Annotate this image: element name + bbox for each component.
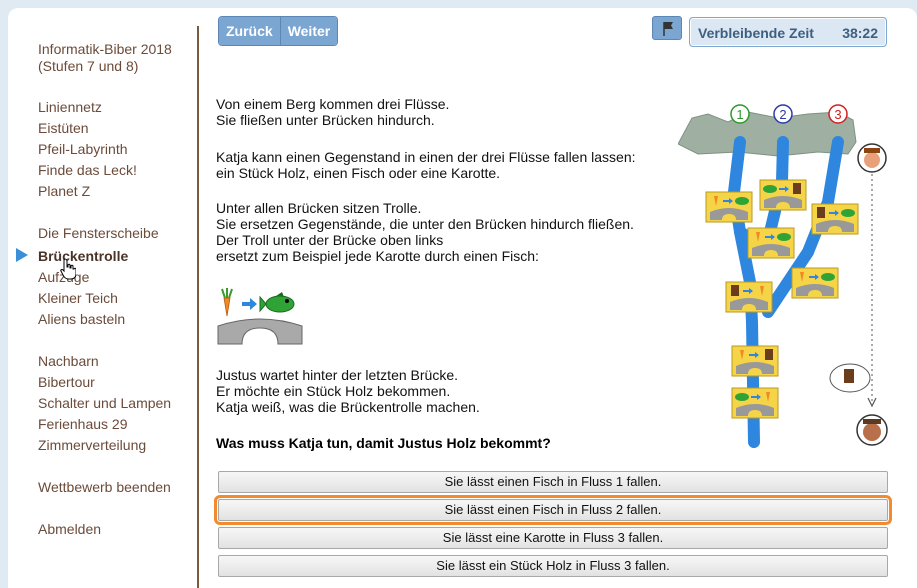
- flag-icon: [663, 22, 673, 36]
- page: Informatik-Biber 2018 (Stufen 7 und 8) L…: [8, 8, 917, 588]
- sidebar-item-liniennetz[interactable]: Liniennetz: [38, 99, 102, 116]
- svg-text:2: 2: [779, 107, 786, 122]
- sidebar-item-schalter-und-lampen[interactable]: Schalter und Lampen: [38, 395, 171, 412]
- logout-link[interactable]: Abmelden: [38, 521, 101, 538]
- remaining-time-label: Verbleibende Zeit: [698, 25, 814, 41]
- river-map-image: 1 2 3: [678, 104, 888, 448]
- sidebar-item-eistueten[interactable]: Eistüten: [38, 120, 89, 137]
- sidebar-item-kleiner-teich[interactable]: Kleiner Teich: [38, 290, 118, 307]
- remaining-time-value: 38:22: [842, 25, 878, 41]
- river-3-label: 3: [828, 104, 848, 124]
- sidebar-item-brueckentrolle[interactable]: Brückentrolle: [38, 248, 128, 265]
- answer-option-4[interactable]: Sie lässt ein Stück Holz in Fluss 3 fall…: [218, 555, 888, 577]
- answer-option-2[interactable]: Sie lässt einen Fisch in Fluss 2 fallen.: [214, 495, 892, 525]
- svg-text:3: 3: [834, 107, 841, 122]
- answer-option-3[interactable]: Sie lässt eine Karotte in Fluss 3 fallen…: [218, 527, 888, 549]
- river-1-label: 1: [730, 104, 750, 124]
- sidebar-item-zimmerverteilung[interactable]: Zimmerverteilung: [38, 437, 146, 454]
- justus-avatar-icon: [856, 414, 888, 446]
- thought-cloud-wood-icon: [829, 363, 871, 393]
- task-paragraph-2: Katja kann einen Gegenstand in einen der…: [216, 149, 636, 181]
- task-paragraph-4: Justus wartet hinter der letzten Brücke.…: [216, 367, 480, 415]
- troll-example-image: [217, 288, 303, 345]
- sidebar-item-fensterscheibe[interactable]: Die Fensterscheibe: [38, 225, 159, 242]
- sidebar-item-aliens-basteln[interactable]: Aliens basteln: [38, 311, 125, 328]
- sidebar-item-planet-z[interactable]: Planet Z: [38, 183, 90, 200]
- fish-icon: [259, 292, 295, 313]
- mountain-shape: [678, 111, 857, 157]
- river-2-label: 2: [773, 104, 793, 124]
- question-text: Was muss Katja tun, damit Justus Holz be…: [216, 435, 551, 451]
- answer-option-1[interactable]: Sie lässt einen Fisch in Fluss 1 fallen.: [218, 471, 888, 493]
- contest-title: Informatik-Biber 2018 (Stufen 7 und 8): [38, 41, 172, 74]
- task-paragraph-1: Von einem Berg kommen drei Flüsse. Sie f…: [216, 96, 450, 128]
- remaining-time-display: Verbleibende Zeit 38:22: [689, 17, 887, 47]
- carrot-icon: [221, 288, 233, 317]
- sidebar-item-bibertour[interactable]: Bibertour: [38, 374, 95, 391]
- sidebar-divider: [197, 26, 199, 588]
- sidebar-item-pfeil-labyrinth[interactable]: Pfeil-Labyrinth: [38, 141, 128, 158]
- navigation-buttons: Zurück Weiter: [218, 16, 339, 46]
- sidebar-item-nachbarn[interactable]: Nachbarn: [38, 353, 99, 370]
- task-paragraph-3: Unter allen Brücken sitzen Trolle. Sie e…: [216, 200, 634, 264]
- flag-button[interactable]: [652, 16, 682, 40]
- right-arrow-icon: [242, 298, 257, 310]
- sidebar-item-ferienhaus-29[interactable]: Ferienhaus 29: [38, 416, 128, 433]
- svg-text:1: 1: [736, 107, 743, 122]
- next-button[interactable]: Weiter: [279, 17, 338, 45]
- active-item-arrow-icon: [16, 248, 28, 262]
- sidebar-item-finde-das-leck[interactable]: Finde das Leck!: [38, 162, 137, 179]
- back-button[interactable]: Zurück: [219, 17, 280, 45]
- end-contest-link[interactable]: Wettbewerb beenden: [38, 479, 171, 496]
- katja-avatar-icon: [857, 143, 887, 173]
- hand-cursor-icon: [60, 258, 76, 280]
- sidebar: Informatik-Biber 2018 (Stufen 7 und 8) L…: [8, 8, 196, 542]
- bridge-icon: [217, 318, 303, 345]
